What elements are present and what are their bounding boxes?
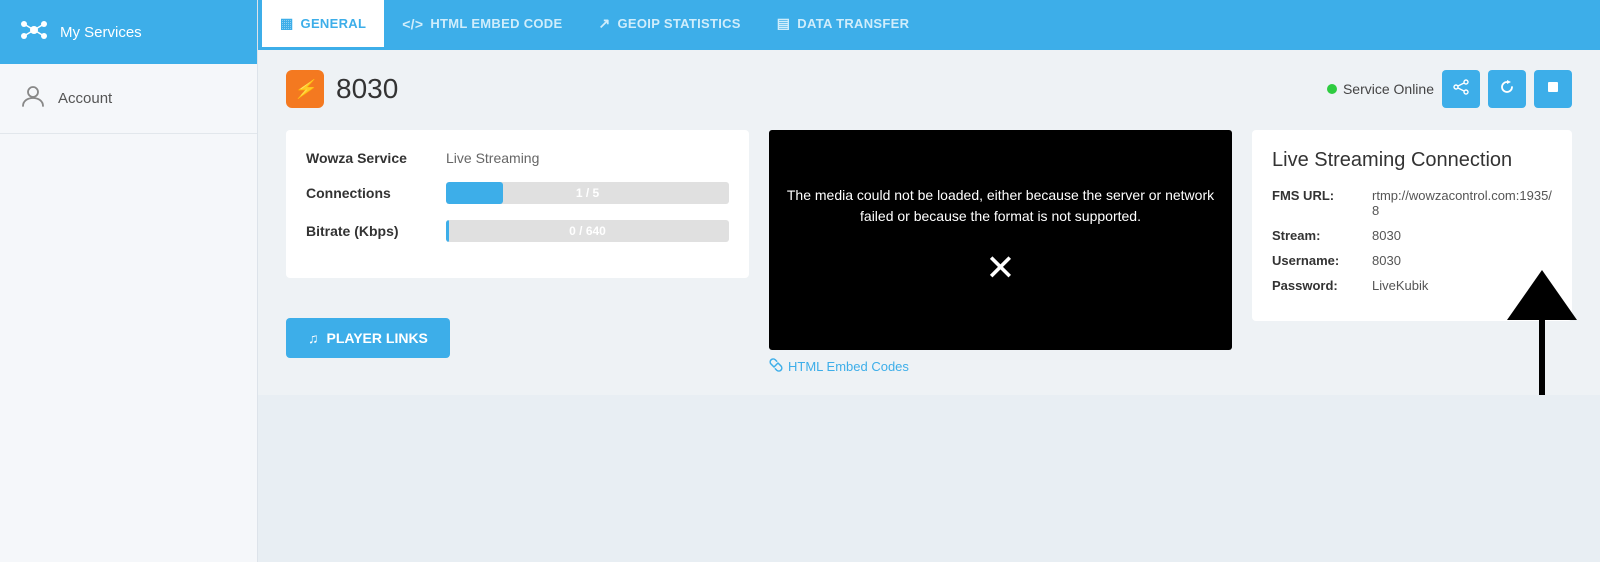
bitrate-progress-label: 0 / 640 xyxy=(569,224,606,238)
stop-icon xyxy=(1547,80,1559,98)
tab-bar: ▦ GENERAL </> HTML EMBED CODE ↗ GEOIP ST… xyxy=(258,0,1600,50)
service-info-panel: Wowza Service Live Streaming Connections… xyxy=(286,130,749,375)
player-links-button[interactable]: ♫ PLAYER LINKS xyxy=(286,318,450,358)
general-tab-icon: ▦ xyxy=(280,15,294,32)
username-value: 8030 xyxy=(1372,253,1401,268)
video-player: The media could not be loaded, either be… xyxy=(769,130,1232,350)
main-grid: Wowza Service Live Streaming Connections… xyxy=(286,130,1572,375)
wowza-service-label: Wowza Service xyxy=(306,150,446,166)
video-area: The media could not be loaded, either be… xyxy=(769,130,1232,375)
sidebar-item-account[interactable]: Account xyxy=(0,64,257,134)
service-status-area: Service Online xyxy=(1327,70,1572,108)
service-status: Service Online xyxy=(1327,81,1434,97)
player-links-label: PLAYER LINKS xyxy=(327,330,428,346)
service-title-row: ⚡ 8030 xyxy=(286,70,398,108)
general-tab-label: GENERAL xyxy=(301,16,367,31)
right-column: Live Streaming Connection FMS URL: rtmp:… xyxy=(1252,130,1572,375)
content-wrapper: ⚡ 8030 Service Online xyxy=(258,50,1600,562)
bitrate-progress-fill xyxy=(446,220,449,242)
data-transfer-tab-label: DATA TRANSFER xyxy=(797,16,909,31)
account-icon xyxy=(20,83,46,114)
video-error-text: The media could not be loaded, either be… xyxy=(785,185,1216,227)
account-label: Account xyxy=(58,90,112,107)
html-embed-tab-label: HTML EMBED CODE xyxy=(430,16,562,31)
connections-label: Connections xyxy=(306,185,446,201)
my-services-label: My Services xyxy=(60,24,142,41)
wowza-service-value: Live Streaming xyxy=(446,150,539,166)
bitrate-progress: 0 / 640 xyxy=(446,220,729,242)
connections-progress-fill xyxy=(446,182,503,204)
tab-data-transfer[interactable]: ▤ DATA TRANSFER xyxy=(759,0,928,50)
connection-title: Live Streaming Connection xyxy=(1272,148,1552,172)
wowza-logo-text: ⚡ xyxy=(294,79,316,100)
link-icon xyxy=(769,358,783,375)
tab-geoip[interactable]: ↗ GEOIP STATISTICS xyxy=(580,0,758,50)
fms-url-row: FMS URL: rtmp://wowzacontrol.com:1935/8 xyxy=(1272,188,1552,218)
connections-row: Connections 1 / 5 xyxy=(306,182,729,204)
service-number: 8030 xyxy=(336,73,398,105)
main-panel: ▦ GENERAL </> HTML EMBED CODE ↗ GEOIP ST… xyxy=(258,0,1600,562)
refresh-icon xyxy=(1499,79,1515,100)
data-transfer-tab-icon: ▤ xyxy=(777,15,791,32)
tab-general[interactable]: ▦ GENERAL xyxy=(262,0,384,50)
music-icon: ♫ xyxy=(308,330,319,346)
share-button[interactable] xyxy=(1442,70,1480,108)
stop-button[interactable] xyxy=(1534,70,1572,108)
status-label: Service Online xyxy=(1343,81,1434,97)
tab-html-embed[interactable]: </> HTML EMBED CODE xyxy=(384,0,580,50)
geoip-tab-icon: ↗ xyxy=(598,15,610,32)
connections-progress: 1 / 5 xyxy=(446,182,729,204)
html-embed-link[interactable]: HTML Embed Codes xyxy=(769,358,1232,375)
service-info-card: Wowza Service Live Streaming Connections… xyxy=(286,130,749,278)
fms-value: rtmp://wowzacontrol.com:1935/8 xyxy=(1372,188,1552,218)
stream-value: 8030 xyxy=(1372,228,1401,243)
html-embed-tab-icon: </> xyxy=(402,16,423,32)
bitrate-label: Bitrate (Kbps) xyxy=(306,223,446,239)
html-embed-label: HTML Embed Codes xyxy=(788,359,909,374)
bitrate-row: Bitrate (Kbps) 0 / 640 xyxy=(306,220,729,242)
connections-progress-label: 1 / 5 xyxy=(576,186,599,200)
username-label: Username: xyxy=(1272,253,1372,268)
stream-label: Stream: xyxy=(1272,228,1372,243)
geoip-tab-label: GEOIP STATISTICS xyxy=(618,16,741,31)
connection-panel: Live Streaming Connection FMS URL: rtmp:… xyxy=(1252,130,1572,321)
wowza-service-row: Wowza Service Live Streaming xyxy=(306,150,729,166)
network-icon xyxy=(20,16,48,49)
content-area: ⚡ 8030 Service Online xyxy=(258,50,1600,395)
video-error-symbol: ✕ xyxy=(985,241,1015,295)
fms-label: FMS URL: xyxy=(1272,188,1372,218)
wowza-logo: ⚡ xyxy=(286,70,324,108)
username-row: Username: 8030 xyxy=(1272,253,1552,268)
password-value: LiveKubik xyxy=(1372,278,1428,293)
status-dot xyxy=(1327,84,1337,94)
refresh-button[interactable] xyxy=(1488,70,1526,108)
stream-row: Stream: 8030 xyxy=(1272,228,1552,243)
share-icon xyxy=(1453,79,1469,100)
service-header: ⚡ 8030 Service Online xyxy=(286,70,1572,108)
password-label: Password: xyxy=(1272,278,1372,293)
password-row: Password: LiveKubik xyxy=(1272,278,1552,293)
sidebar-item-my-services[interactable]: My Services xyxy=(0,0,257,64)
sidebar: My Services Account xyxy=(0,0,258,562)
